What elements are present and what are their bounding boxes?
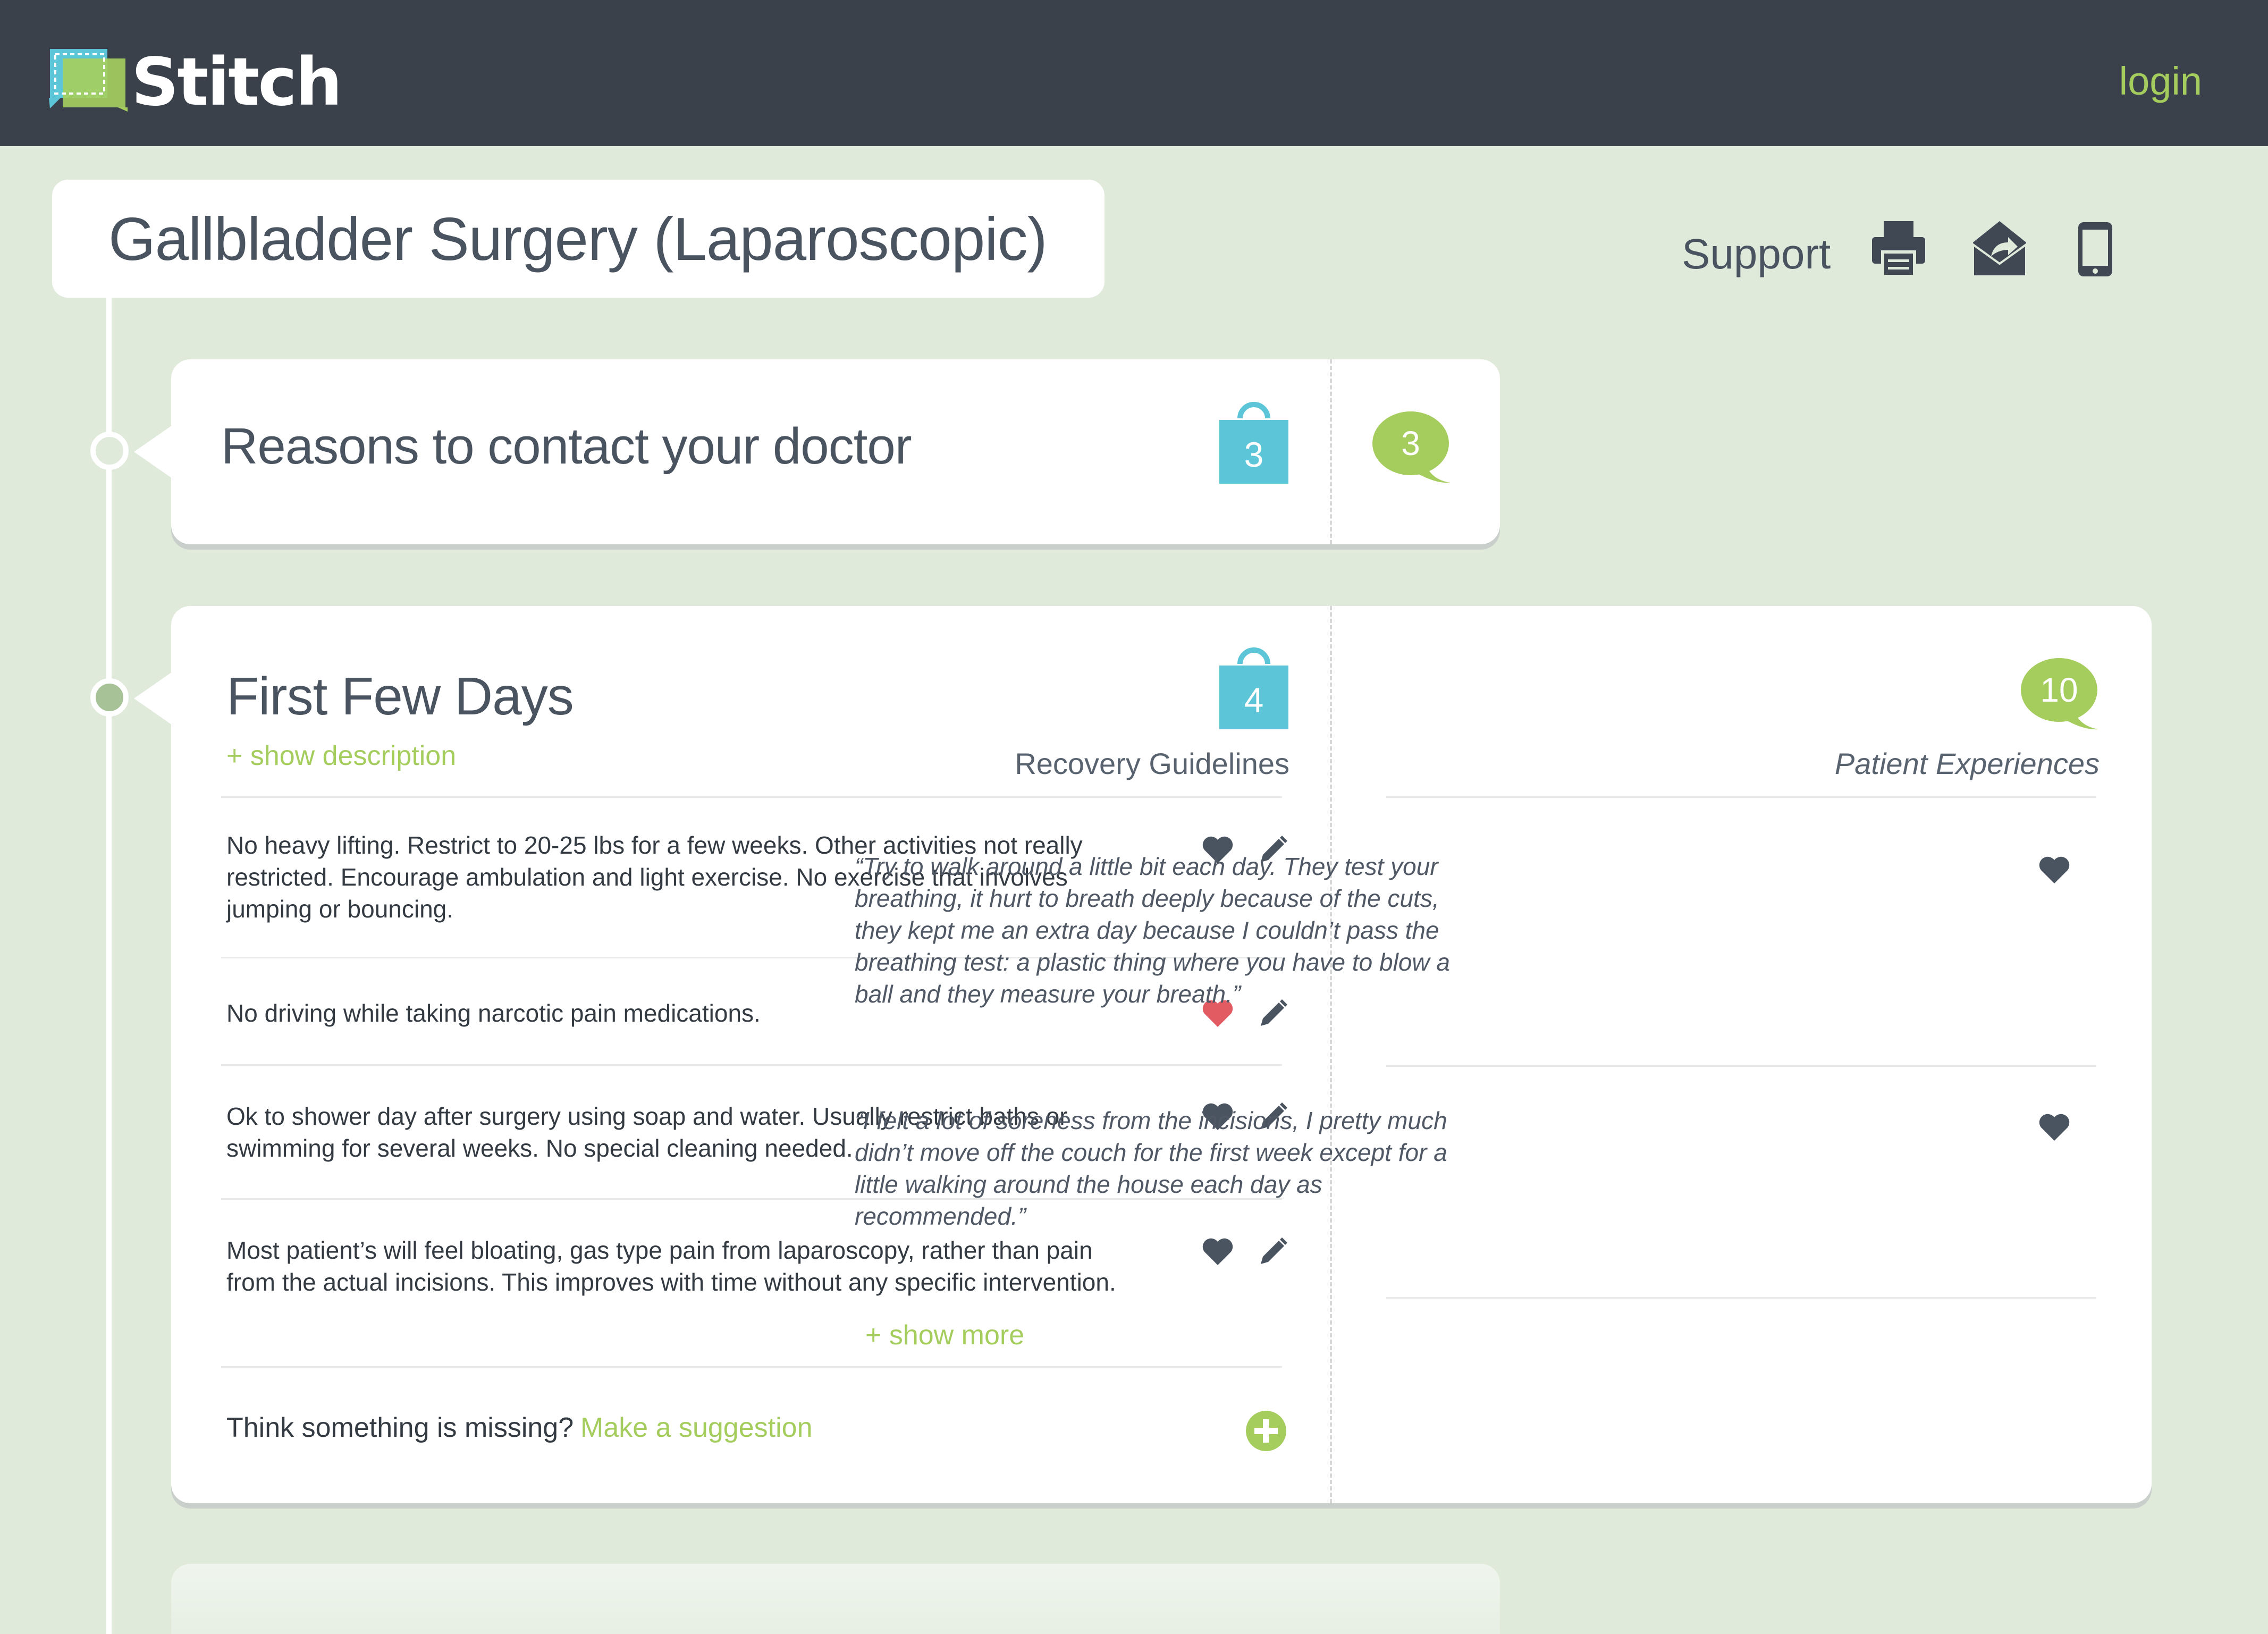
- edit-pencil-icon[interactable]: [1259, 1237, 1287, 1266]
- experiences-count-bubble[interactable]: 3: [1372, 410, 1452, 490]
- page-title: Gallbladder Surgery (Laparoscopic): [108, 206, 1048, 273]
- timeline-node-active[interactable]: [90, 678, 129, 717]
- card-pointer: [134, 672, 172, 725]
- guideline-item: Most patient’s will feel bloating, gas t…: [226, 1236, 1116, 1296]
- email-share-icon[interactable]: [1973, 221, 2026, 276]
- show-description-link[interactable]: + show description: [226, 739, 456, 773]
- top-navigation-bar: Stitch login: [0, 0, 2268, 146]
- add-suggestion-button[interactable]: [1246, 1411, 1286, 1451]
- brand-name: Stitch: [131, 44, 342, 121]
- guidelines-count: 4: [1244, 680, 1264, 720]
- section-card-next-faded: [171, 1564, 1500, 1634]
- divider-line: [1386, 1297, 2096, 1299]
- patient-experience-quote: “Try to walk around a little bit each da…: [855, 853, 1451, 1008]
- badge-handle: [1237, 647, 1270, 664]
- divider-line: [1386, 1065, 2096, 1067]
- column-divider: [1330, 359, 1332, 544]
- experiences-count-bubble[interactable]: 10: [2021, 657, 2101, 737]
- plus-icon: [1254, 1419, 1278, 1443]
- divider-line: [221, 1064, 1282, 1066]
- make-suggestion-link[interactable]: Make a suggestion: [580, 1411, 813, 1445]
- heart-icon[interactable]: [2039, 1113, 2070, 1142]
- patient-experience-quote: “I felt a lot of soreness from the incis…: [855, 1107, 1447, 1230]
- heart-icon[interactable]: [2039, 856, 2070, 885]
- missing-prompt: Think something is missing?: [226, 1412, 574, 1443]
- section-card-reasons-to-contact[interactable]: Reasons to contact your doctor 3 3: [134, 359, 1500, 544]
- badge-handle: [1237, 402, 1270, 418]
- section-card-first-few-days: First Few Days + show description 4 Reco…: [134, 606, 2152, 1503]
- section-title: First Few Days: [226, 667, 574, 726]
- divider-line: [221, 1366, 1282, 1368]
- experiences-count: 10: [2040, 671, 2078, 709]
- show-more-link[interactable]: + show more: [865, 1318, 1024, 1352]
- logo-speech-bubbles-icon: [49, 49, 128, 112]
- page-title-card: Gallbladder Surgery (Laparoscopic): [52, 180, 1105, 298]
- experiences-count: 3: [1401, 424, 1420, 462]
- divider-line: [1386, 796, 2096, 798]
- timeline-line: [106, 287, 112, 1634]
- login-link[interactable]: login: [2119, 57, 2202, 105]
- support-link[interactable]: Support: [1682, 228, 1831, 281]
- mobile-icon[interactable]: [2078, 222, 2112, 276]
- card-pointer: [134, 425, 172, 478]
- section-title: Reasons to contact your doctor: [221, 418, 912, 475]
- guidelines-count-badge[interactable]: 3: [1219, 402, 1288, 484]
- divider-line: [221, 796, 1282, 798]
- printer-icon[interactable]: [1872, 221, 1925, 276]
- patient-experiences-label: Patient Experiences: [1834, 747, 2100, 780]
- timeline-node[interactable]: [90, 432, 129, 470]
- guidelines-count: 3: [1244, 435, 1264, 474]
- guidelines-count-badge[interactable]: 4: [1219, 647, 1288, 729]
- stitch-logo[interactable]: Stitch: [49, 48, 347, 117]
- column-divider: [1330, 606, 1332, 1503]
- heart-icon[interactable]: [1202, 1237, 1233, 1266]
- recovery-guidelines-label: Recovery Guidelines: [1015, 747, 1289, 780]
